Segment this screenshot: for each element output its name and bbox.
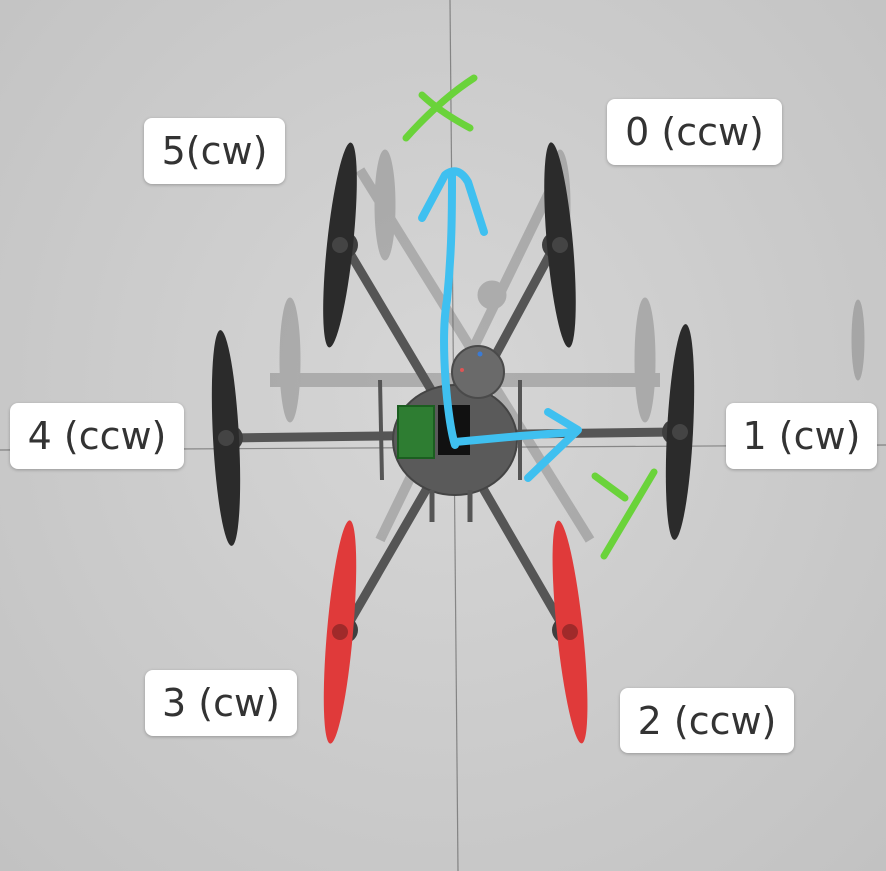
motor-label-5: 5(cw) (144, 118, 285, 184)
hexacopter-diagram: X Y 0 (ccw) 1 (cw) 2 (ccw) 3 (cw) 4 (ccw… (0, 0, 886, 871)
motor-label-1: 1 (cw) (726, 403, 877, 469)
x-axis-letter (402, 74, 478, 142)
y-axis-letter-text: Y (620, 500, 621, 501)
motor-label-3: 3 (cw) (145, 670, 297, 736)
y-axis-letter (591, 468, 658, 560)
battery-pack (397, 405, 435, 459)
motor-label-2: 2 (ccw) (620, 688, 794, 753)
x-axis-letter-text: X (440, 100, 441, 101)
motor-label-4: 4 (ccw) (10, 403, 184, 469)
motor-label-0: 0 (ccw) (607, 99, 782, 165)
